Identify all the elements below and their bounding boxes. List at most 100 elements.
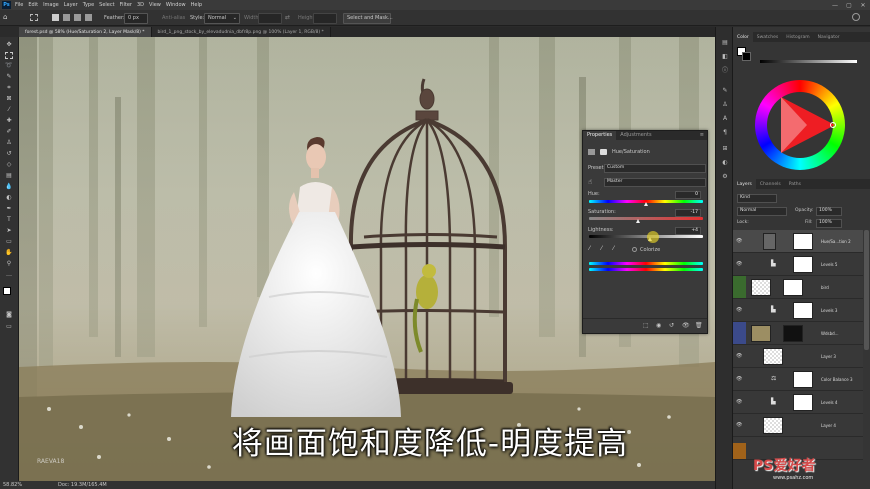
new-selection-icon[interactable] (52, 14, 59, 21)
frame-tool-icon[interactable]: ⊠ (5, 96, 13, 102)
tab-navigator[interactable]: Navigator (814, 32, 844, 42)
brush-tool-icon[interactable]: ✐ (5, 129, 13, 135)
clone-stamp-icon[interactable]: ♙ (5, 140, 13, 146)
history-panel-icon[interactable]: ▤ (721, 39, 729, 46)
minimize-button[interactable]: — (828, 0, 842, 10)
layer-name[interactable]: Wdsbd... (821, 331, 838, 336)
layer-row[interactable]: Wdsbd... (733, 322, 863, 345)
hue-value[interactable]: 0 (675, 191, 701, 199)
eye-icon[interactable]: 👁 (736, 261, 742, 267)
layer-name[interactable]: Levels 4 (821, 400, 837, 405)
swap-icon[interactable]: ⇄ (285, 15, 290, 21)
clip-to-layer-icon[interactable]: ⬚ (643, 323, 649, 329)
preset-select[interactable]: Custom (604, 164, 706, 173)
menu-image[interactable]: Image (43, 2, 59, 8)
menu-layer[interactable]: Layer (64, 2, 78, 8)
layer-mask-thumbnail[interactable] (783, 325, 803, 342)
history-brush-icon[interactable]: ↺ (5, 151, 13, 157)
feather-input[interactable]: 0 px (124, 13, 148, 24)
type-tool-icon[interactable]: T (5, 217, 13, 223)
close-button[interactable]: ✕ (856, 0, 870, 10)
layer-thumbnail[interactable] (751, 325, 771, 342)
quick-select-tool-icon[interactable]: ✎ (5, 74, 13, 80)
paragraph-panel-icon[interactable]: ¶ (721, 129, 729, 136)
saturation-value[interactable]: -17 (675, 209, 701, 217)
fill-input[interactable]: 100% (816, 219, 842, 228)
menu-3d[interactable]: 3D (137, 2, 144, 8)
tab-channels[interactable]: Channels (756, 179, 785, 189)
layer-mask-thumbnail[interactable] (793, 302, 813, 319)
crop-tool-icon[interactable]: ⌗ (5, 85, 13, 91)
maximize-button[interactable]: ▢ (842, 0, 856, 10)
select-and-mask-button[interactable]: Select and Mask... (343, 13, 393, 24)
layer-row[interactable]: 👁 ▙ Levels 5 (733, 253, 863, 276)
eyedropper-tool-icon[interactable]: ⁄ (5, 107, 13, 113)
layer-row[interactable]: 👁 ⚖ Color Balance 3 (733, 368, 863, 391)
layer-name[interactable]: Hue/Sa...tion 2 (821, 239, 851, 244)
layer-filter-select[interactable]: Kind (737, 194, 777, 203)
quick-mask-icon[interactable]: ◙ (5, 312, 13, 318)
antialias-label[interactable]: Anti-alias (162, 16, 185, 21)
tab-color[interactable]: Color (733, 32, 753, 42)
zoom-level[interactable]: 58.82% (3, 483, 22, 488)
layer-row[interactable]: 👁 Layer 4 (733, 414, 863, 437)
menu-type[interactable]: Type (83, 2, 94, 8)
layer-name[interactable]: Levels 5 (821, 262, 837, 267)
eyedropper-minus-icon[interactable]: ⁄ (613, 246, 614, 252)
clone-source-icon[interactable]: ♙ (721, 101, 729, 108)
styles-panel-icon[interactable]: ⚙ (721, 173, 729, 180)
layer-mask-thumbnail[interactable] (793, 233, 813, 250)
menu-filter[interactable]: Filter (120, 2, 132, 8)
brightness-slider[interactable] (760, 60, 857, 63)
height-input[interactable] (313, 13, 337, 24)
eyedropper-icon[interactable]: ⁄ (589, 246, 590, 252)
lightness-value[interactable]: +4 (675, 227, 701, 235)
lightness-slider[interactable] (589, 235, 703, 238)
home-icon[interactable]: ⌂ (3, 13, 13, 22)
character-panel-icon[interactable]: A (721, 115, 729, 122)
gradient-tool-icon[interactable]: ▤ (5, 173, 13, 179)
tab-adjustments[interactable]: Adjustments (616, 131, 655, 140)
move-tool-icon[interactable]: ✥ (5, 42, 13, 48)
tab-layers[interactable]: Layers (733, 179, 756, 189)
intersect-selection-icon[interactable] (85, 14, 92, 21)
tab-histogram[interactable]: Histogram (782, 32, 813, 42)
eyedropper-plus-icon[interactable]: ⁄ (601, 246, 602, 252)
tab-paths[interactable]: Paths (785, 179, 805, 189)
panel-menu-icon[interactable]: ≡ (700, 133, 704, 138)
layer-name[interactable]: Layer 4 (821, 423, 836, 428)
layer-thumbnail[interactable] (751, 279, 771, 296)
layer-name[interactable]: bird (821, 285, 829, 290)
search-icon[interactable] (852, 13, 860, 21)
brush-panel-icon[interactable]: ✎ (721, 87, 729, 94)
healing-brush-icon[interactable]: ✚ (5, 118, 13, 124)
layer-row[interactable] (733, 437, 863, 460)
reset-icon[interactable]: ↺ (669, 323, 674, 329)
eye-icon[interactable]: 👁 (736, 307, 742, 313)
layer-row[interactable]: 👁 ▙ Levels 4 (733, 391, 863, 414)
menu-help[interactable]: Help (191, 2, 202, 8)
eye-icon[interactable]: 👁 (736, 238, 742, 244)
layer-mask-thumbnail[interactable] (793, 394, 813, 411)
layer-name[interactable]: Layer 3 (821, 354, 836, 359)
style-select[interactable]: Normal ⌄ (204, 13, 240, 24)
width-input[interactable] (258, 13, 282, 24)
glyph-panel-icon[interactable]: ⊞ (721, 145, 729, 152)
subtract-selection-icon[interactable] (74, 14, 81, 21)
dodge-tool-icon[interactable]: ◐ (5, 195, 13, 201)
saturation-slider-thumb[interactable] (636, 219, 640, 223)
menu-select[interactable]: Select (99, 2, 114, 8)
color-triangle[interactable] (755, 80, 845, 170)
shape-tool-icon[interactable]: ▭ (5, 239, 13, 245)
layer-row[interactable]: bird (733, 276, 863, 299)
layer-name[interactable]: Levels 3 (821, 308, 837, 313)
adjust-panel-icon[interactable]: ◐ (721, 159, 729, 166)
saturation-slider[interactable] (589, 217, 703, 220)
layer-row[interactable]: 👁 Hue/Sa...tion 2 (733, 230, 863, 253)
layer-mask-thumbnail[interactable] (783, 279, 803, 296)
zoom-tool-icon[interactable]: ⚲ (5, 261, 13, 267)
tab-properties[interactable]: Properties (583, 131, 617, 140)
view-previous-icon[interactable]: ◉ (656, 323, 661, 329)
channel-select[interactable]: Master (604, 178, 706, 187)
mask-icon[interactable] (600, 149, 607, 155)
